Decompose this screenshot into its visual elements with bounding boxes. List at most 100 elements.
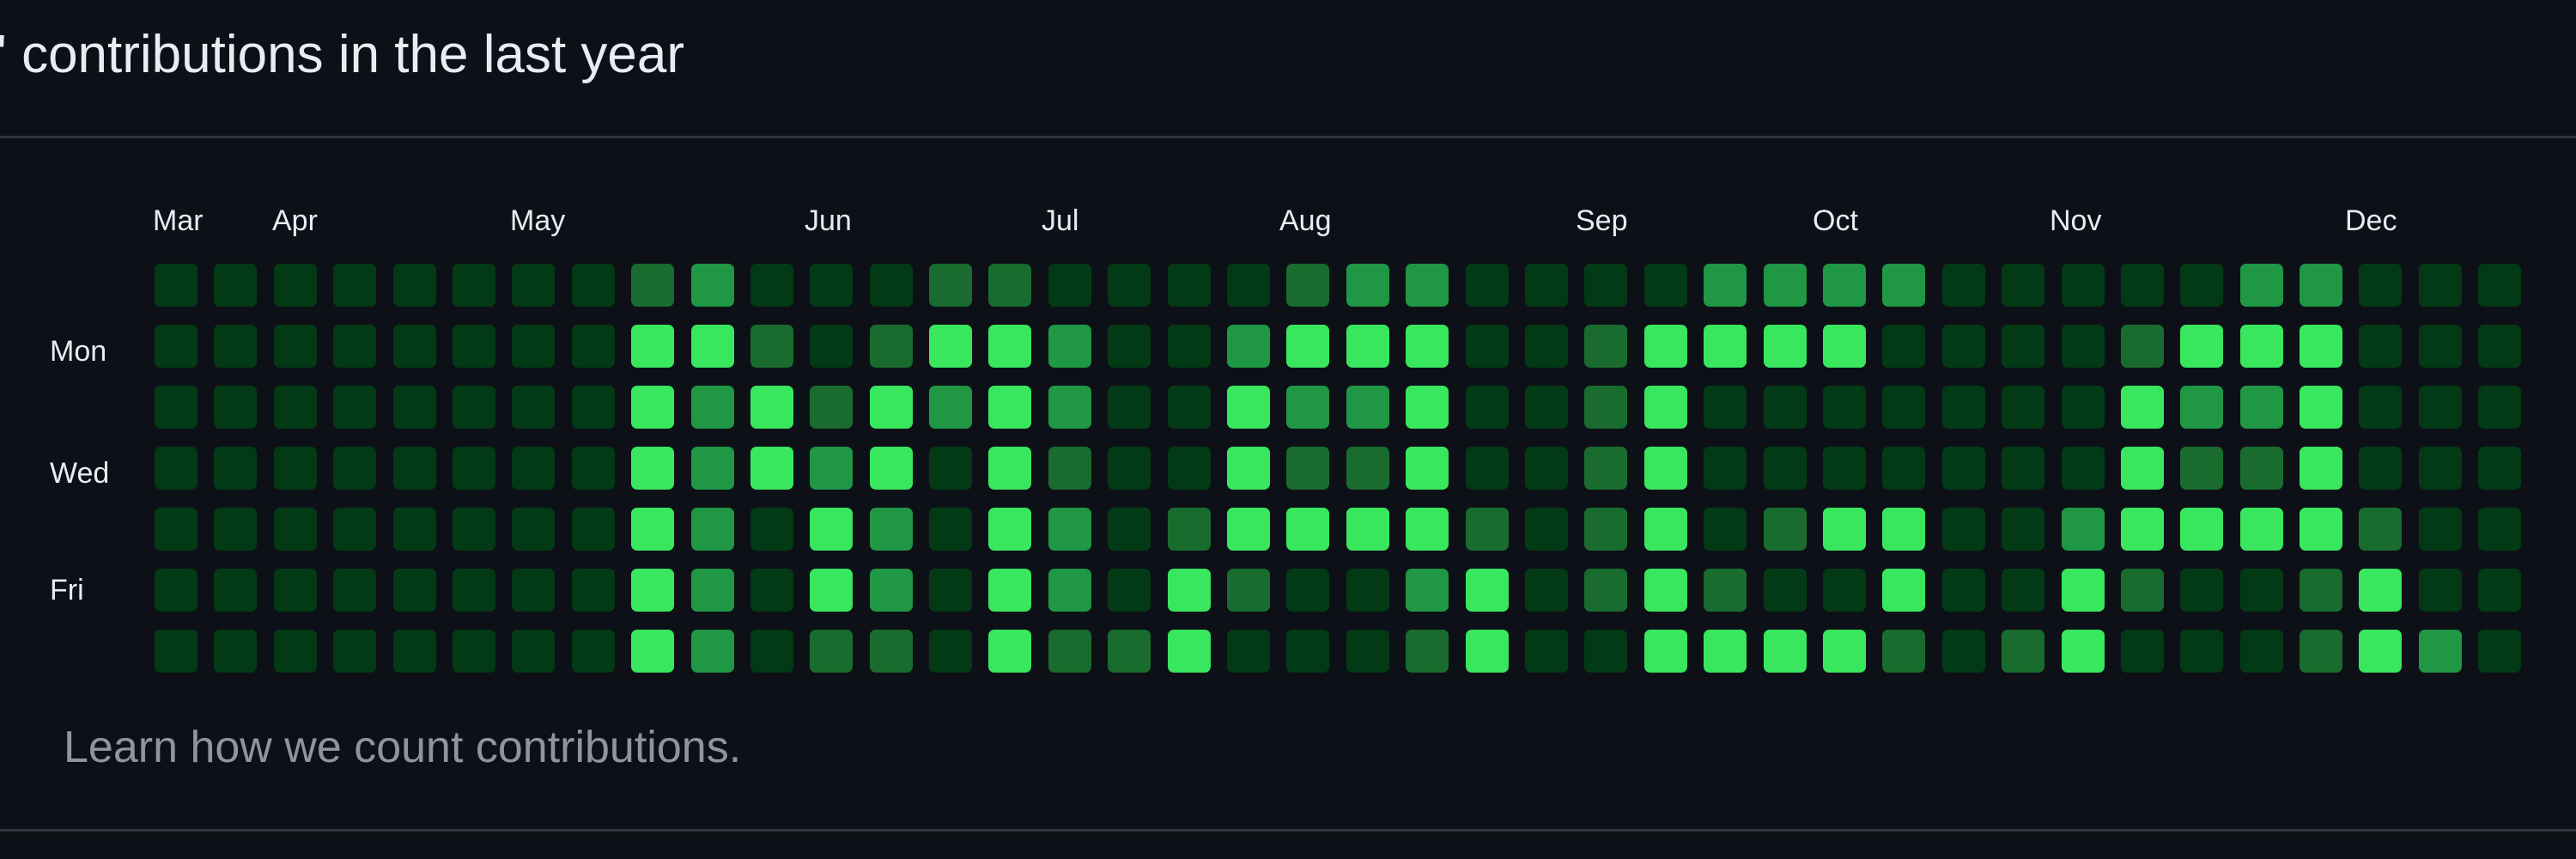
contribution-cell[interactable] xyxy=(1643,264,1687,307)
contribution-cell[interactable] xyxy=(2478,630,2522,673)
contribution-cell[interactable] xyxy=(512,569,556,612)
contribution-cell[interactable] xyxy=(571,264,615,307)
contribution-cell[interactable] xyxy=(1941,264,1985,307)
contribution-cell[interactable] xyxy=(333,325,377,368)
contribution-cell[interactable] xyxy=(2120,630,2164,673)
contribution-cell[interactable] xyxy=(2418,508,2462,551)
contribution-cell[interactable] xyxy=(929,325,973,368)
contribution-cell[interactable] xyxy=(690,264,734,307)
contribution-cell[interactable] xyxy=(2418,447,2462,490)
contribution-cell[interactable] xyxy=(2180,508,2224,551)
contribution-cell[interactable] xyxy=(155,630,197,673)
contribution-cell[interactable] xyxy=(1941,630,1985,673)
contribution-cell[interactable] xyxy=(452,325,495,368)
contribution-cell[interactable] xyxy=(1524,569,1568,612)
contribution-cell[interactable] xyxy=(2061,508,2105,551)
contribution-cell[interactable] xyxy=(810,569,854,612)
contribution-cell[interactable] xyxy=(1227,569,1271,612)
contribution-cell[interactable] xyxy=(2061,264,2105,307)
contribution-cell[interactable] xyxy=(869,447,913,490)
contribution-cell[interactable] xyxy=(2061,325,2105,368)
contribution-cell[interactable] xyxy=(512,386,556,429)
contribution-cell[interactable] xyxy=(1524,386,1568,429)
contribution-cell[interactable] xyxy=(1346,630,1389,673)
contribution-cell[interactable] xyxy=(1465,630,1509,673)
contribution-cell[interactable] xyxy=(810,508,854,551)
contribution-cell[interactable] xyxy=(2061,569,2105,612)
contribution-cell[interactable] xyxy=(2002,508,2045,551)
contribution-cell[interactable] xyxy=(1227,264,1271,307)
contribution-cell[interactable] xyxy=(273,264,317,307)
contribution-cell[interactable] xyxy=(1584,264,1628,307)
contribution-cell[interactable] xyxy=(1465,508,1509,551)
contribution-cell[interactable] xyxy=(1763,447,1807,490)
contribution-cell[interactable] xyxy=(1346,264,1389,307)
contribution-cell[interactable] xyxy=(452,386,495,429)
contribution-cell[interactable] xyxy=(2120,386,2164,429)
contribution-cell[interactable] xyxy=(1048,569,1091,612)
contribution-cell[interactable] xyxy=(2300,325,2343,368)
contribution-cell[interactable] xyxy=(810,264,854,307)
contribution-cell[interactable] xyxy=(631,508,675,551)
contribution-cell[interactable] xyxy=(214,508,258,551)
contribution-cell[interactable] xyxy=(2061,630,2105,673)
contribution-cell[interactable] xyxy=(929,569,973,612)
contribution-cell[interactable] xyxy=(1227,447,1271,490)
contribution-cell[interactable] xyxy=(2359,264,2403,307)
contribution-cell[interactable] xyxy=(869,569,913,612)
contribution-cell[interactable] xyxy=(333,386,377,429)
contribution-cell[interactable] xyxy=(1108,508,1151,551)
contribution-cell[interactable] xyxy=(690,386,734,429)
contribution-cell[interactable] xyxy=(1167,630,1211,673)
contribution-cell[interactable] xyxy=(869,264,913,307)
contribution-cell[interactable] xyxy=(1941,325,1985,368)
contribution-cell[interactable] xyxy=(869,386,913,429)
contribution-cell[interactable] xyxy=(2120,508,2164,551)
contribution-cell[interactable] xyxy=(333,508,377,551)
contribution-cell[interactable] xyxy=(1584,447,1628,490)
contribution-cell[interactable] xyxy=(2418,325,2462,368)
learn-how-we-count-link[interactable]: Learn how we count contributions. xyxy=(64,722,741,773)
contribution-cell[interactable] xyxy=(2120,447,2164,490)
contribution-cell[interactable] xyxy=(1286,630,1330,673)
contribution-cell[interactable] xyxy=(2061,386,2105,429)
contribution-cell[interactable] xyxy=(214,325,258,368)
contribution-cell[interactable] xyxy=(1108,386,1151,429)
contribution-cell[interactable] xyxy=(1704,508,1747,551)
contribution-cell[interactable] xyxy=(1524,264,1568,307)
contribution-cell[interactable] xyxy=(1941,447,1985,490)
contribution-cell[interactable] xyxy=(155,569,197,612)
contribution-cell[interactable] xyxy=(1465,264,1509,307)
contribution-cell[interactable] xyxy=(452,264,495,307)
contribution-cell[interactable] xyxy=(273,386,317,429)
contribution-cell[interactable] xyxy=(1584,508,1628,551)
contribution-cell[interactable] xyxy=(631,447,675,490)
contribution-cell[interactable] xyxy=(690,630,734,673)
contribution-cell[interactable] xyxy=(1286,508,1330,551)
contribution-cell[interactable] xyxy=(392,386,436,429)
contribution-cell[interactable] xyxy=(690,569,734,612)
contribution-cell[interactable] xyxy=(1704,447,1747,490)
contribution-cell[interactable] xyxy=(988,508,1032,551)
contribution-cell[interactable] xyxy=(1643,447,1687,490)
contribution-cell[interactable] xyxy=(2300,386,2343,429)
contribution-cell[interactable] xyxy=(2061,447,2105,490)
contribution-cell[interactable] xyxy=(929,386,973,429)
contribution-cell[interactable] xyxy=(2002,325,2045,368)
contribution-cell[interactable] xyxy=(1346,508,1389,551)
contribution-cell[interactable] xyxy=(1406,569,1449,612)
contribution-cell[interactable] xyxy=(2180,386,2224,429)
contribution-cell[interactable] xyxy=(869,630,913,673)
contribution-cell[interactable] xyxy=(869,508,913,551)
contribution-cell[interactable] xyxy=(333,569,377,612)
contribution-cell[interactable] xyxy=(1822,569,1866,612)
contribution-cell[interactable] xyxy=(214,386,258,429)
contribution-cell[interactable] xyxy=(1048,386,1091,429)
contribution-cell[interactable] xyxy=(2002,569,2045,612)
contribution-cell[interactable] xyxy=(1704,630,1747,673)
contribution-cell[interactable] xyxy=(2002,386,2045,429)
contribution-cell[interactable] xyxy=(1763,386,1807,429)
contribution-cell[interactable] xyxy=(1406,325,1449,368)
contribution-cell[interactable] xyxy=(750,569,793,612)
contribution-cell[interactable] xyxy=(1465,386,1509,429)
